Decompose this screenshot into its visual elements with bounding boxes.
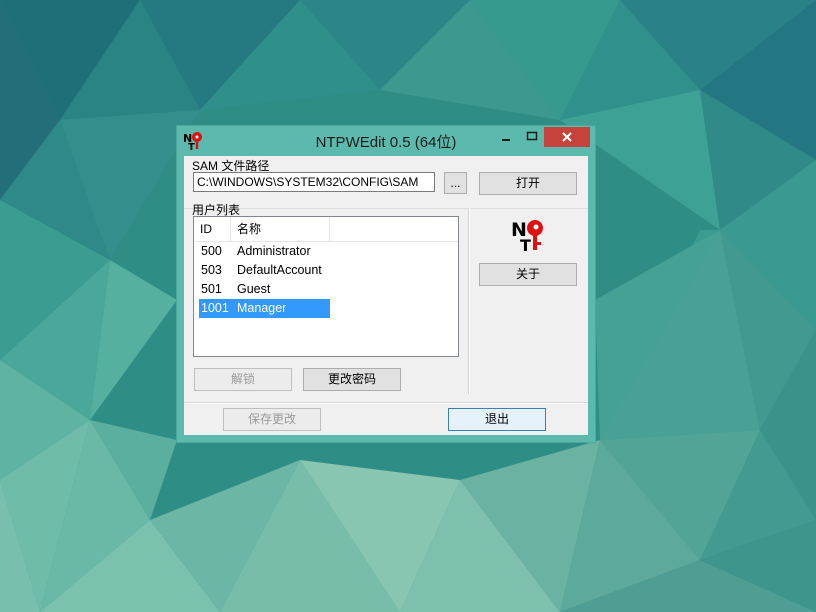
column-header-name[interactable]: 名称 bbox=[231, 217, 330, 241]
sam-path-field[interactable]: C:\WINDOWS\SYSTEM32\CONFIG\SAM bbox=[193, 172, 435, 192]
close-button[interactable] bbox=[544, 127, 590, 147]
user-name: Manager bbox=[237, 301, 287, 315]
user-list[interactable]: ID 名称 500 Administrator 503 DefaultAccou… bbox=[193, 216, 459, 357]
user-id: 1001 bbox=[201, 301, 229, 315]
divider bbox=[184, 208, 588, 209]
close-icon bbox=[562, 132, 572, 142]
maximize-icon bbox=[526, 131, 538, 141]
svg-text:T: T bbox=[520, 236, 531, 252]
open-button[interactable]: 打开 bbox=[479, 172, 577, 195]
ntpwedit-window: N T NTPWEdit 0.5 (64位) SAM 文件路径 C:\WINDO… bbox=[177, 126, 595, 442]
divider bbox=[184, 402, 588, 404]
vertical-divider bbox=[468, 208, 470, 394]
user-list-header: ID 名称 bbox=[194, 217, 458, 242]
user-row[interactable]: 500 Administrator bbox=[199, 242, 330, 261]
user-row[interactable]: 503 DefaultAccount bbox=[199, 261, 330, 280]
browse-button[interactable]: ... bbox=[444, 172, 467, 194]
title-bar[interactable]: N T NTPWEdit 0.5 (64位) bbox=[177, 126, 595, 156]
save-changes-button[interactable]: 保存更改 bbox=[223, 408, 321, 431]
user-id: 500 bbox=[201, 244, 222, 258]
user-row[interactable]: 501 Guest bbox=[199, 280, 330, 299]
maximize-button[interactable] bbox=[519, 127, 545, 147]
minimize-button[interactable] bbox=[493, 127, 519, 147]
window-client-area: SAM 文件路径 C:\WINDOWS\SYSTEM32\CONFIG\SAM … bbox=[184, 156, 588, 435]
user-name: Administrator bbox=[237, 244, 311, 258]
user-id: 503 bbox=[201, 263, 222, 277]
user-name: Guest bbox=[237, 282, 271, 296]
user-id: 501 bbox=[201, 282, 222, 296]
change-password-button[interactable]: 更改密码 bbox=[303, 368, 401, 391]
column-header-id[interactable]: ID bbox=[194, 217, 231, 241]
minimize-icon bbox=[502, 139, 510, 141]
user-name: DefaultAccount bbox=[237, 263, 322, 277]
user-row-selected[interactable]: 1001 Manager bbox=[199, 299, 330, 318]
exit-button[interactable]: 退出 bbox=[448, 408, 546, 431]
unlock-button[interactable]: 解锁 bbox=[194, 368, 292, 391]
about-button[interactable]: 关于 bbox=[479, 263, 577, 286]
ntpwedit-logo-icon: N T bbox=[511, 219, 543, 252]
